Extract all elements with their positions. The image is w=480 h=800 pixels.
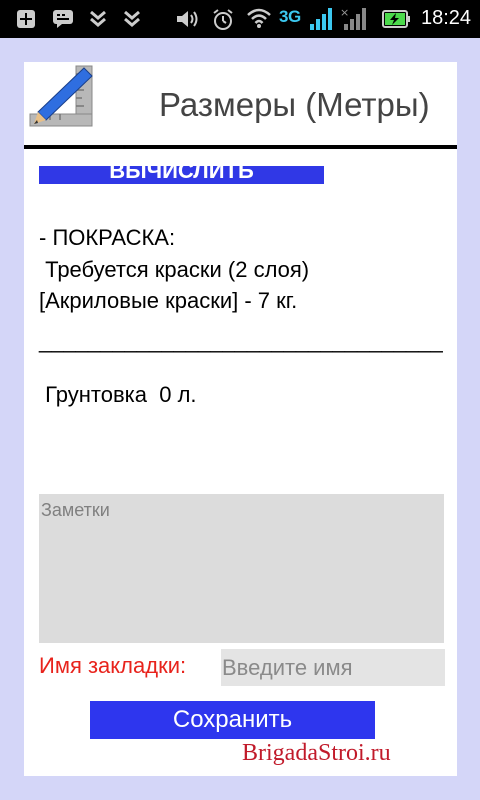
- result-paint-amount: [Акриловые краски] - 7 кг.: [39, 288, 298, 313]
- signal-icon: [310, 8, 332, 30]
- main-panel: Размеры (Метры) ВЫЧИСЛИТЬ - ПОКРАСКА: Тр…: [24, 62, 457, 776]
- ruler-pencil-icon: [29, 65, 93, 127]
- alarm-icon: [213, 9, 233, 30]
- save-button[interactable]: Сохранить: [90, 701, 375, 739]
- header-divider: [24, 145, 457, 149]
- signal-x-icon: ×: [340, 6, 366, 30]
- chevron-icon: [124, 10, 140, 27]
- page-title: Размеры (Метры): [159, 86, 430, 123]
- calculate-button[interactable]: ВЫЧИСЛИТЬ: [39, 166, 324, 184]
- status-bar: 3G × 18:24: [0, 0, 480, 38]
- battery-charging-icon: [382, 10, 410, 28]
- clock: 18:24: [421, 7, 472, 29]
- result-primer: Грунтовка 0 л.: [39, 382, 197, 407]
- result-paint-required: Требуется краски (2 слоя): [39, 257, 310, 282]
- wifi-icon: [247, 8, 271, 28]
- notes-field[interactable]: [39, 494, 444, 643]
- volume-icon: [177, 11, 198, 27]
- plus-icon: [17, 10, 35, 28]
- result-paint-heading: - ПОКРАСКА:: [39, 225, 176, 250]
- chevron-icon: [90, 10, 106, 27]
- svg-text:×: ×: [340, 6, 349, 19]
- network-type: 3G: [279, 7, 301, 26]
- chat-icon: [53, 10, 73, 28]
- watermark-text: BrigadaStroi.ru: [242, 740, 391, 766]
- bookmark-name-label: Имя закладки:: [39, 653, 187, 678]
- bookmark-name-input[interactable]: [221, 649, 445, 686]
- result-separator: _________________________________: [39, 328, 443, 353]
